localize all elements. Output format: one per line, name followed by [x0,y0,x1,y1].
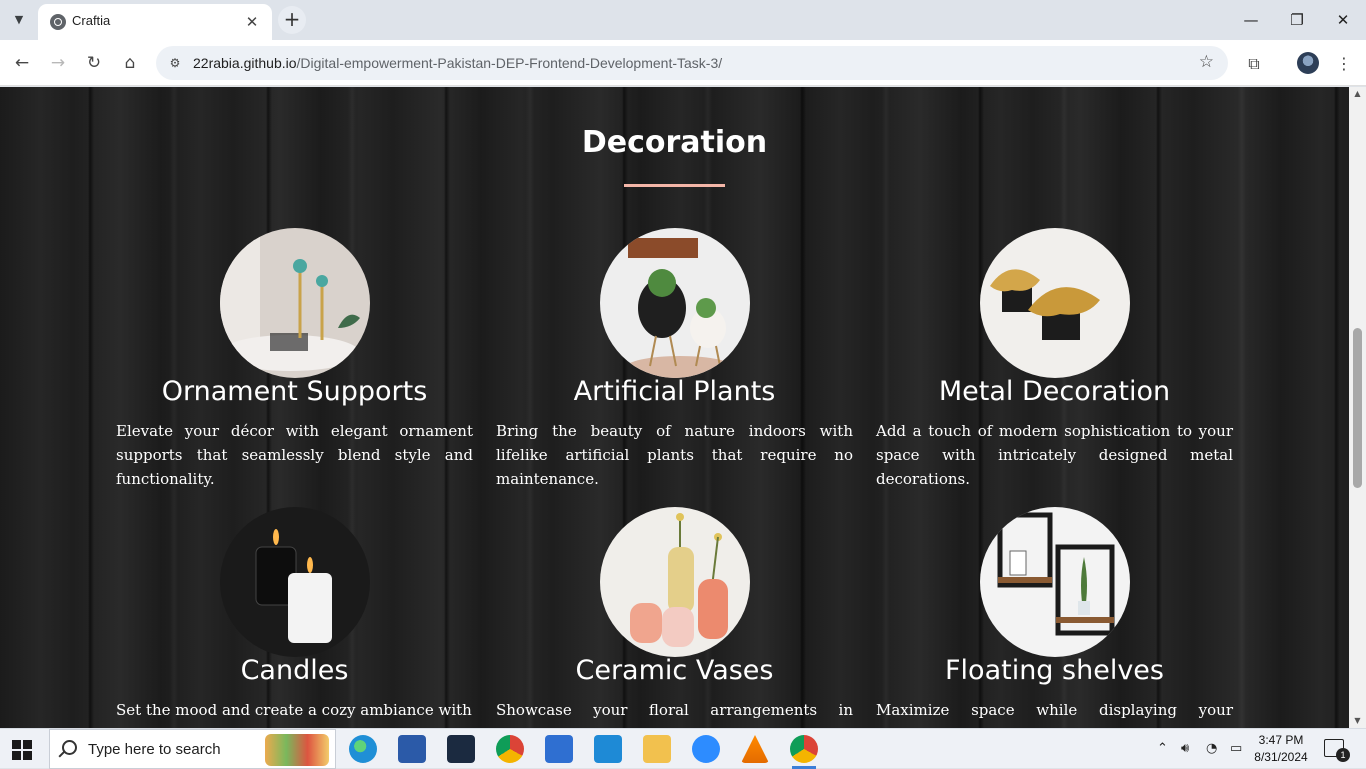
search-placeholder: Type here to search [88,741,221,758]
card-title: Floating shelves [945,655,1164,686]
browser-toolbar: ← → ↻ ⌂ ⚙ 22rabia.github.io/Digital-empo… [0,40,1366,86]
kebab-menu-icon[interactable]: ⋮ [1332,52,1356,76]
close-window-icon[interactable]: ✕ [1320,6,1366,34]
card-description: Maximize space while displaying your tre… [876,701,1233,728]
card-description: Add a touch of modern sophistication to … [876,422,1233,488]
title-underline [624,184,725,187]
page-scrollbar[interactable]: ▲ ▼ [1349,87,1366,728]
taskbar-search-box[interactable]: Type here to search [49,729,336,769]
search-icon [62,740,77,755]
volume-icon[interactable]: 🔊︎ [1181,741,1189,756]
scrollbar-thumb[interactable] [1353,328,1362,488]
ornament-supports-image [220,228,370,378]
restore-window-icon[interactable]: ❐ [1274,6,1320,34]
address-bar[interactable]: ⚙ 22rabia.github.io/Digital-empowerment-… [156,46,1228,80]
url-host: 22rabia.github.io [193,55,297,71]
search-highlight-image [265,734,329,766]
dev-icon[interactable] [447,735,475,763]
clock-date: 8/31/2024 [1254,750,1308,764]
card-description: Set the mood and create a cozy ambiance … [116,701,472,719]
tray-chevron-up-icon[interactable]: ⌃ [1157,741,1168,756]
taskbar-clock[interactable]: 3:47 PM 8/31/2024 [1254,732,1308,766]
new-tab-button[interactable]: + [278,6,306,34]
tab-search-chevron-icon[interactable]: ▼ [8,9,30,31]
clock-time: 3:47 PM [1258,733,1304,747]
vscode-icon[interactable] [594,735,622,763]
url-text[interactable]: 22rabia.github.io/Digital-empowerment-Pa… [193,55,722,71]
network-icon[interactable]: ◔ [1206,741,1217,756]
file-explorer-icon[interactable] [643,735,671,763]
forward-arrow-icon[interactable]: → [46,51,70,75]
card-title: Ornament Supports [161,376,428,407]
notification-count-badge: 1 [1336,748,1350,762]
reload-icon[interactable]: ↻ [82,51,106,75]
windows-start-icon[interactable] [12,740,32,760]
tab-title: Craftia [72,13,111,28]
back-arrow-icon[interactable]: ← [10,51,34,75]
close-tab-icon[interactable]: ✕ [242,12,262,32]
store-icon[interactable] [545,735,573,763]
page-viewport: Decoration Ornament Supports Elevate you… [0,87,1349,728]
zoom-icon[interactable] [692,735,720,763]
floating-shelves-image [980,507,1130,657]
url-path: /Digital-empowerment-Pakistan-DEP-Fronte… [296,55,723,71]
site-info-icon[interactable]: ⚙ [166,54,184,72]
artificial-plants-image [600,228,750,378]
battery-icon[interactable]: ▭ [1230,741,1242,756]
windows-taskbar: Type here to search ⌃ 🔊︎ ◔ ▭ 3:47 PM 8/3… [0,728,1366,769]
edge-icon[interactable] [349,735,377,763]
profile-avatar[interactable] [1297,52,1319,74]
home-icon[interactable]: ⌂ [118,51,142,75]
card-description: Showcase your floral arrangements in stu… [496,701,853,728]
browser-tab-strip: ▼ Craftia ✕ + — ❐ ✕ [0,0,1366,40]
card-title: Artificial Plants [573,376,776,407]
card-description: Bring the beauty of nature indoors with … [496,422,853,488]
word-icon[interactable] [398,735,426,763]
globe-icon [50,14,66,30]
minimize-window-icon[interactable]: — [1228,6,1274,34]
scroll-down-arrow-icon[interactable]: ▼ [1349,714,1366,728]
ceramic-vases-image [600,507,750,657]
vlc-icon[interactable] [741,735,769,763]
extensions-puzzle-icon[interactable]: ⧉ [1242,52,1266,76]
chrome-profile-icon[interactable] [790,735,818,769]
section-title: Decoration [581,125,768,160]
card-description: Elevate your décor with elegant ornament… [116,422,473,488]
scroll-up-arrow-icon[interactable]: ▲ [1349,87,1366,101]
card-title: Ceramic Vases [575,655,774,686]
card-title: Metal Decoration [938,376,1171,407]
candles-image [220,507,370,657]
chrome-icon[interactable] [496,735,524,763]
browser-tab[interactable]: Craftia ✕ [38,4,272,40]
bookmark-star-icon[interactable]: ☆ [1199,52,1214,72]
metal-decoration-image [980,228,1130,378]
card-title: Candles [240,655,349,686]
